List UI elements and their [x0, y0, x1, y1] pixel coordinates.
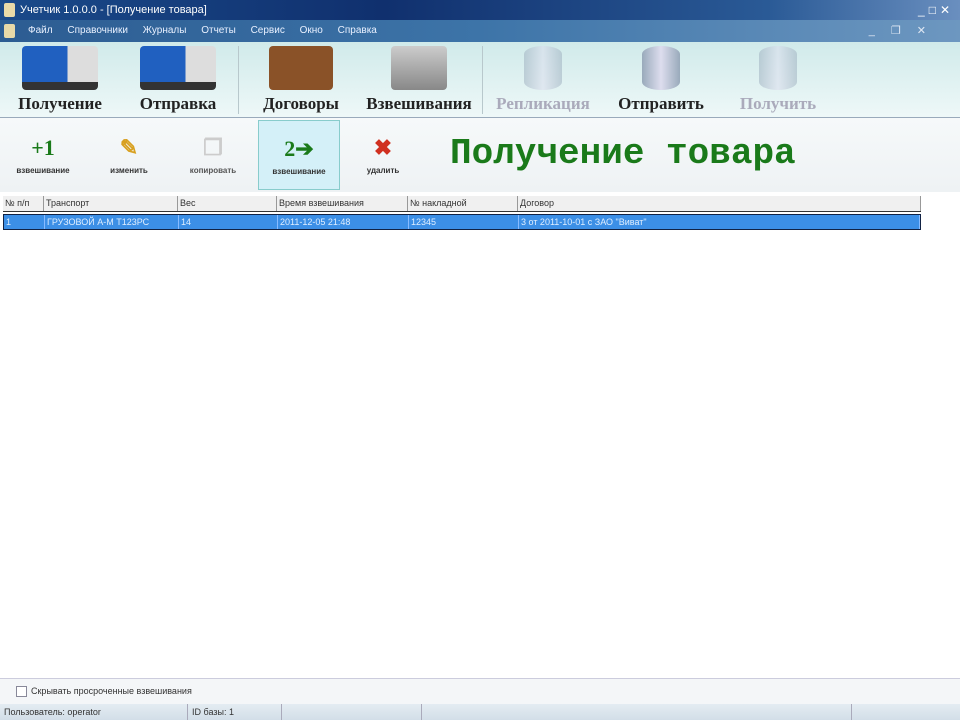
close-button[interactable]: ✕: [940, 3, 954, 17]
status-bar: Пользователь: operator ID базы: 1: [0, 704, 960, 720]
mdi-restore-button[interactable]: ❐: [891, 25, 905, 37]
contracts-button[interactable]: Договоры: [255, 42, 347, 116]
menu-reports[interactable]: Отчеты: [201, 25, 236, 36]
copy-icon: ❐: [203, 135, 223, 160]
scale-icon: [391, 46, 447, 90]
pencil-icon: ✎: [119, 135, 139, 160]
delete-label: удалить: [366, 166, 400, 175]
receive-label: Получение: [18, 94, 102, 113]
column-header[interactable]: № накладной: [408, 196, 518, 211]
edit-label: изменить: [110, 166, 148, 175]
weighings-table: № п/п Транспорт Вес Время взвешивания № …: [3, 196, 921, 230]
mdi-close-button[interactable]: ✕: [917, 25, 930, 37]
table-cell: 2011-12-05 21:48: [278, 215, 409, 229]
column-header[interactable]: Транспорт: [44, 196, 178, 211]
toolbar-separator: [238, 46, 239, 114]
menu-help[interactable]: Справка: [338, 25, 377, 36]
status-panel: [282, 704, 422, 720]
database-send-icon: [642, 46, 680, 90]
get-label: Получить: [739, 94, 817, 113]
action-toolbar: +1 взвешивание ✎ изменить ❐ копировать 2➔ вз…: [0, 118, 960, 192]
database-receive-icon: [759, 46, 797, 90]
table-cell: 1: [4, 215, 45, 229]
menu-bar: Файл Справочники Журналы Отчеты Сервис О…: [0, 20, 960, 42]
status-user: Пользователь: operator: [0, 704, 188, 720]
second-weighing-icon: 2➔: [284, 136, 314, 161]
hide-expired-label[interactable]: Скрывать просроченные взвешивания: [31, 686, 192, 696]
column-header[interactable]: Договор: [518, 196, 921, 211]
menu-window[interactable]: Окно: [300, 25, 323, 36]
maximize-button[interactable]: □: [929, 3, 940, 17]
mdi-minimize-button[interactable]: _: [869, 25, 879, 37]
delete-button[interactable]: ✖ удалить: [342, 120, 424, 190]
shipment-label: Отправка: [139, 94, 217, 113]
database-replication-icon: [524, 46, 562, 90]
table-cell: 3 от 2011-10-01 с ЗАО "Виват": [519, 215, 920, 229]
contracts-label: Договоры: [263, 94, 339, 113]
second-weighing-button[interactable]: 2➔ взвешивание: [258, 120, 340, 190]
table-header: № п/п Транспорт Вес Время взвешивания № …: [3, 196, 921, 212]
column-header[interactable]: Вес: [178, 196, 277, 211]
menu-journals[interactable]: Журналы: [143, 25, 187, 36]
status-db-id: ID базы: 1: [188, 704, 282, 720]
menu-references[interactable]: Справочники: [67, 25, 128, 36]
truck-in-icon: [22, 46, 98, 90]
status-panel: [422, 704, 852, 720]
shipment-button[interactable]: Отправка: [130, 42, 226, 116]
copy-button[interactable]: ❐ копировать: [172, 120, 254, 190]
add-weighing-button[interactable]: +1 взвешивание: [2, 120, 84, 190]
main-toolbar: Получение Отправка Договоры Взвешивания …: [0, 42, 960, 118]
get-button[interactable]: Получить: [732, 42, 824, 116]
minimize-button[interactable]: _: [918, 3, 929, 17]
toolbar-separator: [482, 46, 483, 114]
weighings-button[interactable]: Взвешивания: [360, 42, 478, 116]
copy-label: копировать: [189, 166, 237, 175]
document-icon[interactable]: [4, 24, 15, 38]
table-cell: 12345: [409, 215, 519, 229]
hide-expired-checkbox[interactable]: [16, 686, 27, 698]
edit-button[interactable]: ✎ изменить: [88, 120, 170, 190]
weighings-label: Взвешивания: [366, 94, 472, 113]
column-header[interactable]: Время взвешивания: [277, 196, 408, 211]
receive-button[interactable]: Получение: [12, 42, 108, 116]
menu-file[interactable]: Файл: [28, 25, 53, 36]
briefcase-icon: [269, 46, 333, 90]
truck-out-icon: [140, 46, 216, 90]
app-icon: [4, 3, 15, 17]
window-title: Учетчик 1.0.0.0 - [Получение товара]: [20, 4, 207, 16]
menu-service[interactable]: Сервис: [251, 25, 285, 36]
replication-button[interactable]: Репликация: [490, 42, 596, 116]
table-row[interactable]: 1 ГРУЗОВОЙ А-М Т123РС 14 2011-12-05 21:4…: [3, 214, 921, 230]
add-weighing-label: взвешивание: [16, 166, 70, 175]
second-weighing-label: взвешивание: [272, 167, 326, 176]
replication-label: Репликация: [496, 94, 590, 113]
send-label: Отправить: [618, 94, 704, 113]
plus-one-icon: +1: [31, 135, 55, 160]
title-bar: Учетчик 1.0.0.0 - [Получение товара] _□✕: [0, 0, 960, 20]
delete-icon: ✖: [373, 135, 393, 160]
column-header[interactable]: № п/п: [3, 196, 44, 211]
page-title: Получение товара: [450, 133, 796, 174]
send-button[interactable]: Отправить: [612, 42, 710, 116]
table-cell: 14: [179, 215, 278, 229]
filter-bar: Скрывать просроченные взвешивания: [0, 678, 960, 704]
table-cell: ГРУЗОВОЙ А-М Т123РС: [45, 215, 179, 229]
